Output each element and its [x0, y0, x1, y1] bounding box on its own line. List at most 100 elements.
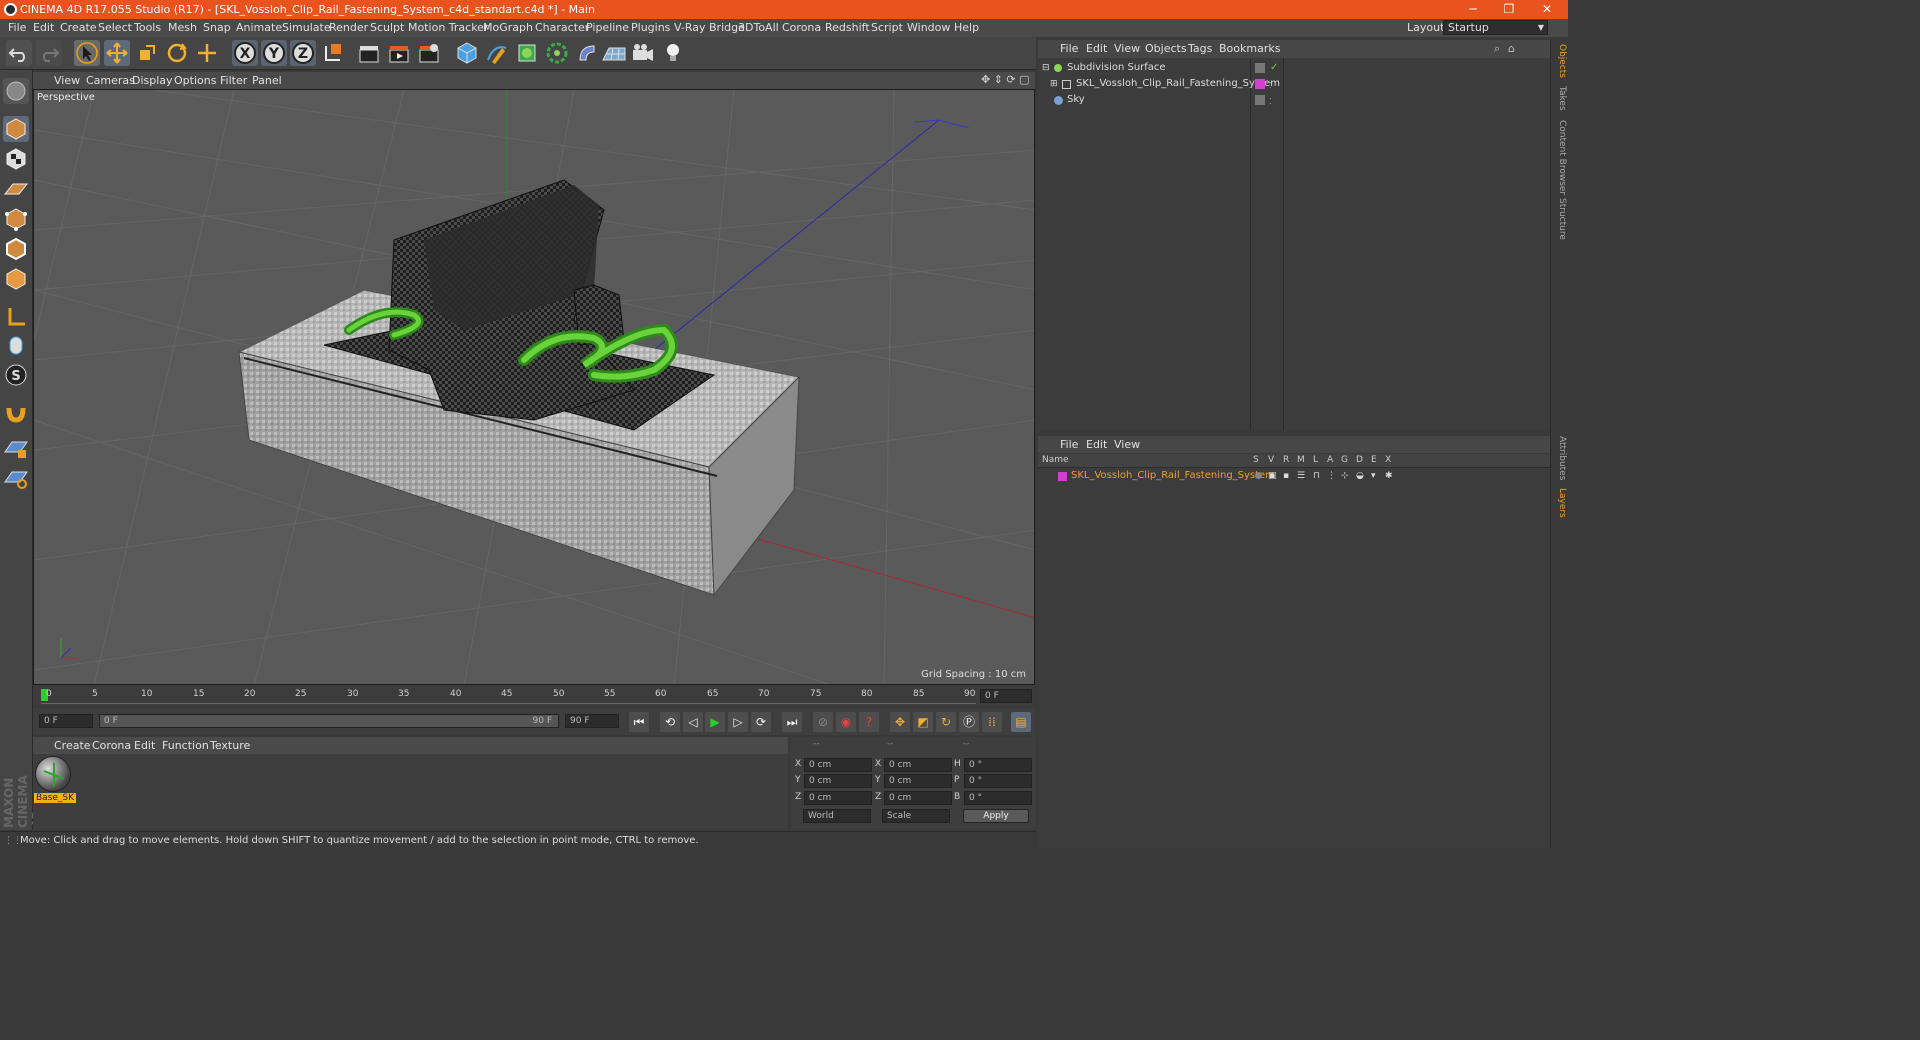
snap-button[interactable]: S	[3, 362, 29, 388]
xref-icon[interactable]: ✱	[1385, 468, 1393, 484]
coordinate-mode-select[interactable]: World	[803, 809, 871, 823]
next-frame-button[interactable]: ▷	[728, 712, 748, 732]
viewport-menu-filter[interactable]: Filter	[220, 74, 247, 87]
home-icon[interactable]: ⌂	[1508, 42, 1515, 55]
visibility-toggle-icon[interactable]	[1255, 63, 1265, 73]
scale-tool-button[interactable]	[134, 40, 160, 66]
column-render[interactable]: R	[1283, 455, 1289, 465]
menu-3dtoall[interactable]: 3DToAll	[738, 21, 779, 34]
model-mode-button[interactable]	[3, 116, 29, 142]
column-name[interactable]: Name	[1042, 455, 1069, 465]
edit-render-settings-button[interactable]	[416, 40, 442, 66]
make-editable-button[interactable]	[3, 78, 29, 104]
planar-workplane-button[interactable]	[3, 466, 29, 492]
tab-takes[interactable]: Takes	[1553, 86, 1567, 111]
menu-character[interactable]: Character	[535, 21, 589, 34]
object-row-subdivision-surface[interactable]: ⊟ Subdivision Surface ✓	[1038, 60, 1550, 76]
current-frame-field[interactable]: 0 F	[980, 689, 1032, 703]
layer-color-swatch[interactable]	[1255, 79, 1265, 89]
generator-icon[interactable]: ⊹	[1341, 468, 1349, 484]
redo-button[interactable]	[36, 40, 62, 66]
viewport-perspective-label[interactable]: Perspective	[37, 92, 95, 103]
column-view[interactable]: V	[1268, 455, 1274, 465]
menu-plugins[interactable]: Plugins	[631, 21, 670, 34]
material-menu-function[interactable]: Function	[162, 739, 209, 752]
viewport-menu-cameras[interactable]: Cameras	[86, 74, 135, 87]
position-key-button[interactable]: ✥	[890, 712, 910, 732]
viewport-menu-options[interactable]: Options	[174, 74, 216, 87]
material-menu-create[interactable]: Create	[54, 739, 91, 752]
previous-frame-button[interactable]: ◁	[683, 712, 703, 732]
y-axis-button[interactable]: Y	[261, 40, 287, 66]
rotate-tool-button[interactable]	[164, 40, 190, 66]
column-expressions[interactable]: E	[1371, 455, 1377, 465]
3d-viewport[interactable]: Perspective Grid Spacing : 10 cm	[33, 89, 1035, 685]
tweak-mode-button[interactable]	[3, 332, 29, 358]
object-row-sky[interactable]: Sky ⁚	[1038, 92, 1550, 108]
undo-button[interactable]	[6, 40, 32, 66]
menu-simulate[interactable]: Simulate	[282, 21, 331, 34]
light-button[interactable]	[660, 40, 686, 66]
size-y-field[interactable]: 0 cm	[884, 774, 952, 788]
close-button[interactable]: ✕	[1532, 0, 1562, 19]
point-level-key-button[interactable]: ⁞⁞	[982, 712, 1002, 732]
objects-menu-bookmarks[interactable]: Bookmarks	[1219, 42, 1280, 55]
solo-toggle-icon[interactable]	[1255, 472, 1262, 479]
rotation-h-field[interactable]: 0 °	[964, 758, 1032, 772]
previous-keyframe-button[interactable]: ⟲	[660, 712, 680, 732]
material-thumbnail[interactable]	[35, 756, 71, 792]
camera-button[interactable]	[630, 40, 656, 66]
parameter-key-button[interactable]: Ⓟ	[959, 712, 979, 732]
last-tool-button[interactable]	[194, 40, 220, 66]
size-z-field[interactable]: 0 cm	[884, 791, 952, 805]
expression-icon[interactable]: ▾	[1371, 468, 1376, 484]
live-selection-button[interactable]	[74, 40, 100, 66]
texture-mode-button[interactable]	[3, 146, 29, 172]
magnet-button[interactable]	[3, 400, 29, 426]
menu-script[interactable]: Script	[871, 21, 903, 34]
menu-file[interactable]: File	[8, 21, 26, 34]
viewport-navigation-icons[interactable]: ✥ ⇕ ⟳ ▢	[981, 73, 1030, 86]
next-keyframe-button[interactable]: ⟳	[751, 712, 771, 732]
rotation-key-button[interactable]: ↻	[936, 712, 956, 732]
menu-tools[interactable]: Tools	[134, 21, 161, 34]
record-active-button[interactable]: ⊘	[813, 712, 833, 732]
tab-objects[interactable]: Objects	[1553, 44, 1567, 78]
column-manager[interactable]: M	[1297, 455, 1305, 465]
render-to-picture-viewer-button[interactable]	[386, 40, 412, 66]
viewport-menu-view[interactable]: View	[54, 74, 80, 87]
go-to-start-button[interactable]: ⏮	[629, 712, 649, 732]
menu-render[interactable]: Render	[329, 21, 368, 34]
position-y-field[interactable]: 0 cm	[804, 774, 872, 788]
timeline-ruler[interactable]: 0 5 10 15 20 25 30 35 40 45 50 55 60 65 …	[33, 686, 1035, 706]
column-xref[interactable]: X	[1385, 455, 1391, 465]
tab-layers[interactable]: Layers	[1553, 488, 1567, 518]
enabled-check-icon[interactable]: ✓	[1270, 60, 1278, 76]
material-menu-corona[interactable]: Corona	[92, 739, 131, 752]
menu-snap[interactable]: Snap	[203, 21, 231, 34]
timeline-window-button[interactable]: ▤	[1011, 712, 1031, 732]
position-x-field[interactable]: 0 cm	[804, 758, 872, 772]
tab-content-browser[interactable]: Content Browser	[1553, 120, 1567, 195]
lock-workplane-button[interactable]	[3, 436, 29, 462]
menu-redshift[interactable]: Redshift	[825, 21, 870, 34]
tab-structure[interactable]: Structure	[1553, 198, 1567, 240]
layers-menu-view[interactable]: View	[1114, 438, 1140, 451]
minimize-button[interactable]: ─	[1458, 0, 1488, 19]
menu-mograph[interactable]: MoGraph	[483, 21, 533, 34]
material-menu-texture[interactable]: Texture	[210, 739, 250, 752]
deformer-icon[interactable]: ◒	[1356, 468, 1364, 484]
layers-menu-edit[interactable]: Edit	[1086, 438, 1107, 451]
menu-vray-bridge[interactable]: V-Ray Bridge	[674, 21, 745, 34]
menu-select[interactable]: Select	[98, 21, 132, 34]
cube-object-button[interactable]	[454, 40, 480, 66]
objects-menu-file[interactable]: File	[1060, 42, 1078, 55]
position-z-field[interactable]: 0 cm	[804, 791, 872, 805]
z-axis-button[interactable]: Z	[290, 40, 316, 66]
render-view-button[interactable]	[356, 40, 382, 66]
maximize-button[interactable]: ❐	[1494, 0, 1524, 19]
array-button[interactable]	[544, 40, 570, 66]
objects-menu-tags[interactable]: Tags	[1188, 42, 1212, 55]
layout-select[interactable]: Startup ▼	[1443, 20, 1548, 35]
menu-edit[interactable]: Edit	[33, 21, 54, 34]
